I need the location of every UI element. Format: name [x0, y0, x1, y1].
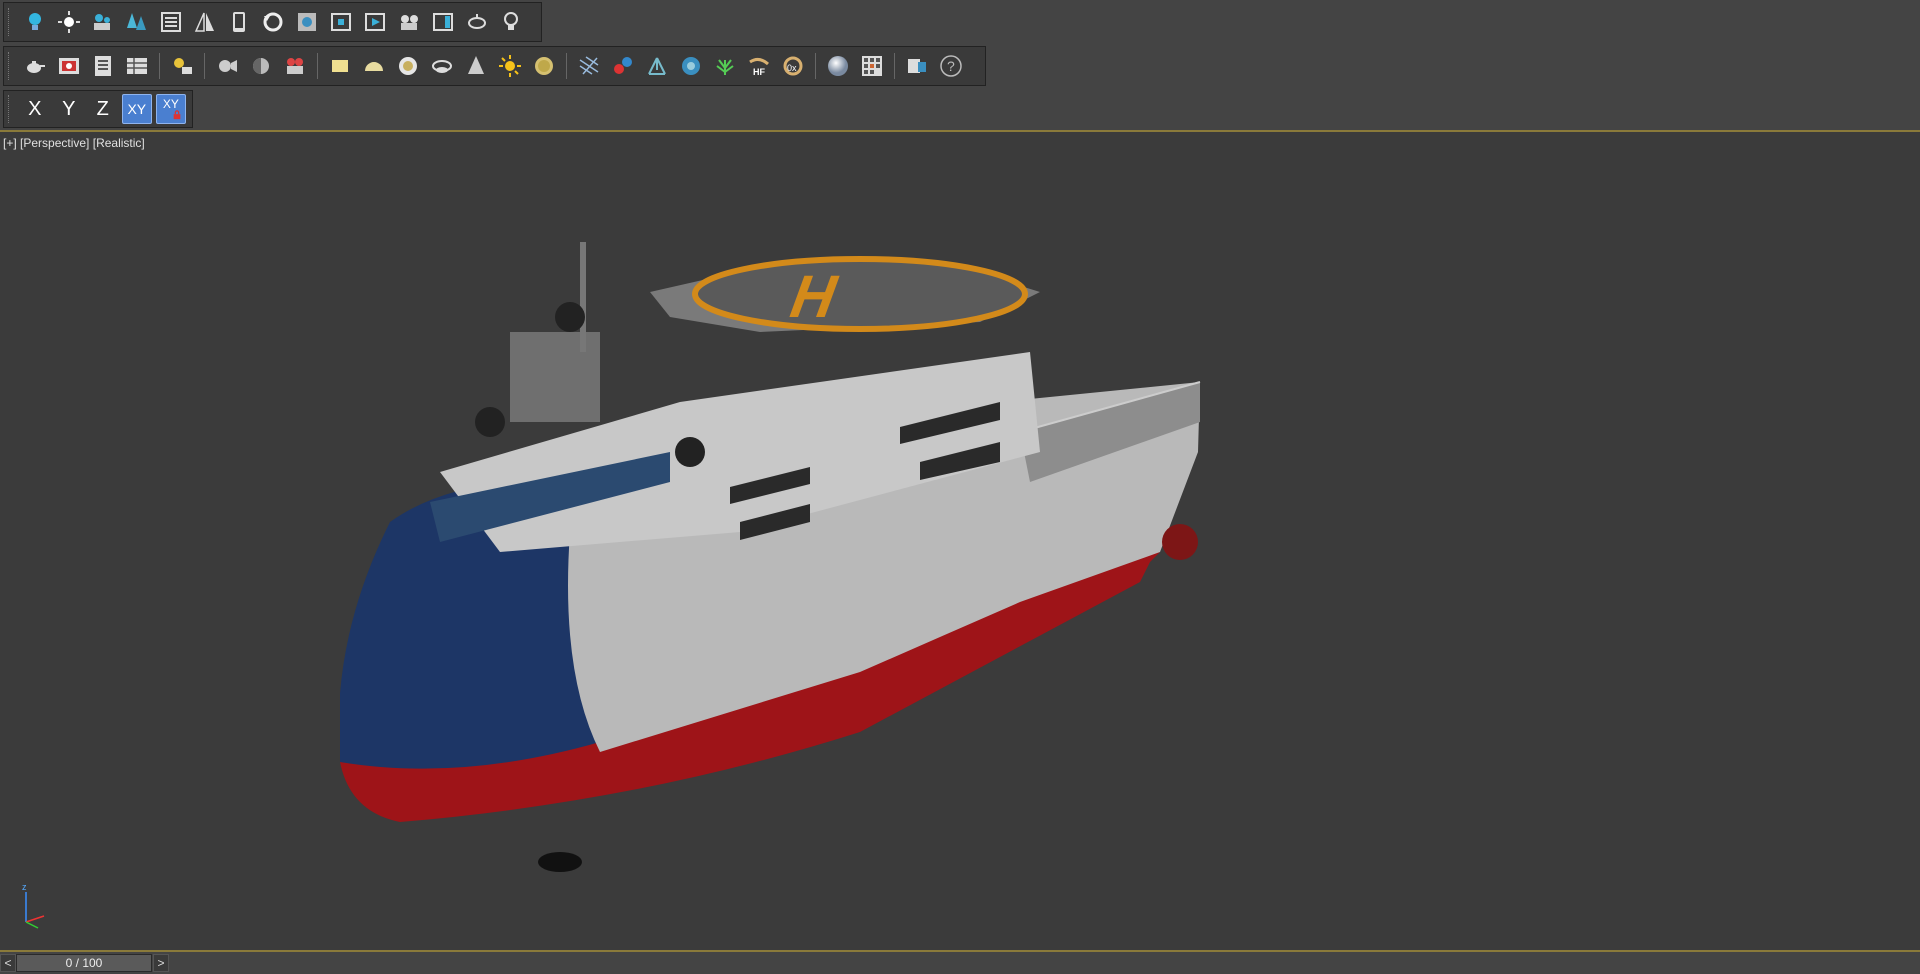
svg-text:?: ?: [947, 58, 955, 74]
toolbar-separator: [566, 53, 567, 79]
axis-constraints-toolbar: X Y Z XY XY: [3, 90, 193, 128]
gizmo-z-label: z: [22, 882, 27, 892]
gear-sphere-icon[interactable]: [676, 51, 706, 81]
rendered-frame-icon[interactable]: [54, 51, 84, 81]
light-lister-icon[interactable]: [167, 51, 197, 81]
sphere-camera-icon[interactable]: [246, 51, 276, 81]
toolbar-separator: [894, 53, 895, 79]
grid-icon[interactable]: [574, 51, 604, 81]
time-slider-bar: < 0 / 100 >: [0, 950, 1920, 974]
camera-group-icon[interactable]: [88, 7, 118, 37]
axis-xy-lock-button[interactable]: XY: [155, 94, 186, 124]
help-icon[interactable]: ?: [936, 51, 966, 81]
mobile-icon[interactable]: [224, 7, 254, 37]
map-browser-icon[interactable]: [857, 51, 887, 81]
axis-xy-lock-label: XY: [162, 97, 179, 111]
camera-multi-icon[interactable]: [394, 7, 424, 37]
camera-icon[interactable]: [212, 51, 242, 81]
toolbar-separator: [317, 53, 318, 79]
viewport-label: [+] [Perspective] [Realistic]: [3, 136, 145, 150]
tripod-icon[interactable]: [642, 51, 672, 81]
next-frame-button[interactable]: >: [153, 954, 169, 972]
render-setup-icon[interactable]: [88, 51, 118, 81]
viewport-shading-menu[interactable]: [Realistic]: [93, 136, 145, 150]
trees-icon[interactable]: [122, 7, 152, 37]
render-icon[interactable]: [360, 7, 390, 37]
plant-icon[interactable]: [710, 51, 740, 81]
plane-icon[interactable]: [325, 51, 355, 81]
light-bulb-icon[interactable]: [20, 7, 50, 37]
toolbar-grip[interactable]: [8, 95, 12, 123]
align-icon[interactable]: [326, 7, 356, 37]
axis-xy-button[interactable]: XY: [121, 94, 152, 124]
lock-icon: [173, 110, 181, 120]
sun-light-icon[interactable]: [54, 7, 84, 37]
toolbar-area: HF 0x ? X Y Z XY XY: [0, 0, 1920, 132]
teapot-lamp-icon[interactable]: [462, 7, 492, 37]
toolbar-separator: [204, 53, 205, 79]
cone-icon[interactable]: [461, 51, 491, 81]
gray-sphere-icon[interactable]: [823, 51, 853, 81]
mirror-icon[interactable]: [190, 7, 220, 37]
viewport-view-menu[interactable]: [Perspective]: [20, 136, 89, 150]
dome-icon[interactable]: [359, 51, 389, 81]
disc-icon[interactable]: [393, 51, 423, 81]
previous-frame-button[interactable]: <: [0, 954, 16, 972]
toolbar-separator: [815, 53, 816, 79]
rotate-icon[interactable]: [258, 7, 288, 37]
render-frame-icon[interactable]: [292, 7, 322, 37]
toolbar-grip[interactable]: [8, 52, 12, 80]
hf-label: HF: [753, 67, 765, 77]
time-slider[interactable]: 0 / 100: [16, 954, 152, 972]
axis-z-button[interactable]: Z: [88, 94, 118, 124]
layer-icon[interactable]: [902, 51, 932, 81]
ship-model[interactable]: H: [340, 222, 1480, 882]
crown-icon[interactable]: [427, 51, 457, 81]
main-toolbar-row2: HF 0x ?: [3, 46, 986, 86]
viewport-icon[interactable]: [428, 7, 458, 37]
list-icon[interactable]: [156, 7, 186, 37]
film-camera-icon[interactable]: [280, 51, 310, 81]
sunlight-icon[interactable]: [495, 51, 525, 81]
teapot-icon[interactable]: [20, 51, 50, 81]
main-toolbar-row1: [3, 2, 542, 42]
toolbar-grip[interactable]: [8, 8, 12, 36]
sphere-gold-icon[interactable]: [529, 51, 559, 81]
viewport-menu-plus[interactable]: [+]: [3, 136, 17, 150]
molecule-icon[interactable]: [608, 51, 638, 81]
axis-gizmo: z: [22, 882, 45, 929]
ox-label: 0x: [787, 63, 797, 73]
bulb-outline-icon[interactable]: [496, 7, 526, 37]
render-table-icon[interactable]: [122, 51, 152, 81]
ox-icon[interactable]: 0x: [778, 51, 808, 81]
hf-icon[interactable]: HF: [744, 51, 774, 81]
axis-x-button[interactable]: X: [20, 94, 50, 124]
toolbar-separator: [159, 53, 160, 79]
perspective-viewport[interactable]: [+] [Perspective] [Realistic] H z: [0, 132, 1920, 950]
axis-y-button[interactable]: Y: [54, 94, 84, 124]
